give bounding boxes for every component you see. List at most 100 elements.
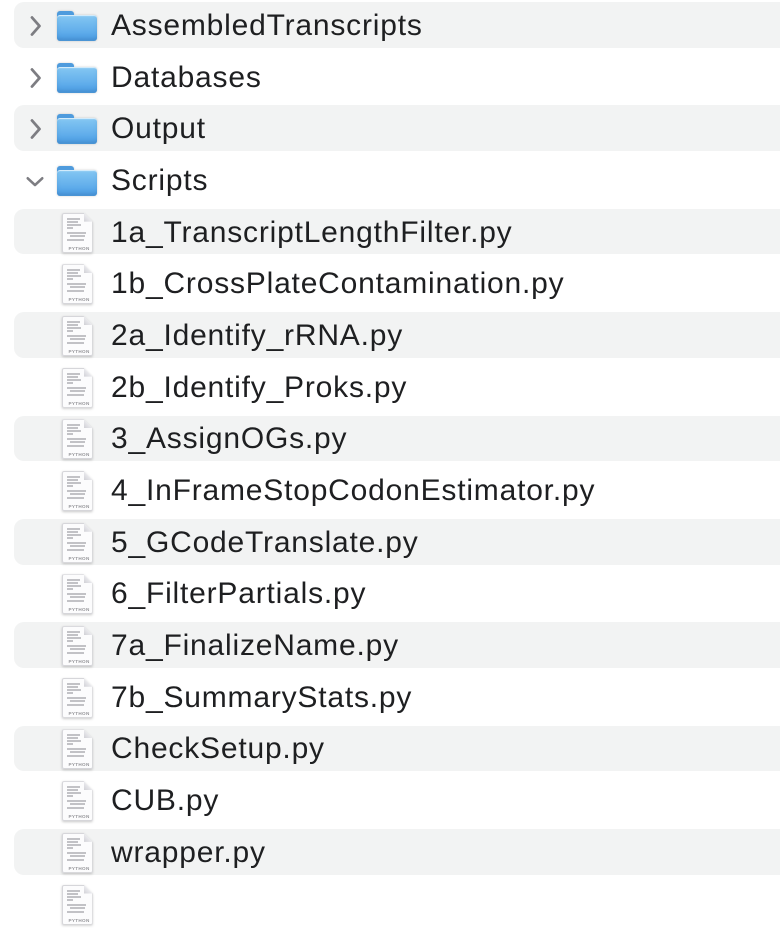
file-folded-corner bbox=[84, 626, 93, 635]
file-folded-corner bbox=[84, 885, 93, 894]
file-folded-corner bbox=[84, 213, 93, 222]
chevron-spacer bbox=[25, 427, 45, 451]
file-folded-corner bbox=[84, 729, 93, 738]
row-label: Scripts bbox=[111, 164, 208, 198]
row-label: Databases bbox=[111, 61, 262, 95]
row-icon-slot: PYTHON bbox=[57, 775, 97, 827]
row-icon-slot: PYTHON bbox=[57, 724, 97, 776]
row-icon-slot: PYTHON bbox=[57, 879, 97, 930]
row-label: CheckSetup.py bbox=[111, 732, 325, 766]
row-icon-slot bbox=[57, 0, 97, 52]
row-label: 5_GCodeTranslate.py bbox=[111, 526, 419, 560]
tree-row-file[interactable]: PYTHON CUB.py bbox=[0, 775, 780, 827]
tree-row-file[interactable]: PYTHON 6_FilterPartials.py bbox=[0, 569, 780, 621]
file-list: AssembledTranscripts Databases bbox=[0, 0, 780, 892]
tree-row-file[interactable]: PYTHON 1b_CrossPlateContamination.py bbox=[0, 258, 780, 310]
row-label: Output bbox=[111, 112, 206, 146]
file-folded-corner bbox=[84, 264, 93, 273]
python-file-icon: PYTHON bbox=[62, 729, 93, 769]
tree-row-file[interactable]: PYTHON 1a_TranscriptLengthFilter.py bbox=[0, 207, 780, 259]
tree-row-folder[interactable]: AssembledTranscripts bbox=[0, 0, 780, 52]
row-icon-slot: PYTHON bbox=[57, 827, 97, 879]
chevron-spacer bbox=[25, 841, 45, 865]
file-icon-python-label: PYTHON bbox=[68, 298, 86, 303]
row-icon-slot bbox=[57, 52, 97, 104]
folder-body bbox=[57, 118, 97, 144]
row-label: 2a_Identify_rRNA.py bbox=[111, 319, 403, 353]
python-file-icon: PYTHON bbox=[62, 316, 93, 356]
tree-row-folder[interactable]: Databases bbox=[0, 52, 780, 104]
tree-row-file[interactable]: PYTHON 2b_Identify_Proks.py bbox=[0, 362, 780, 414]
chevron-spacer bbox=[25, 221, 45, 245]
chevron-right-icon bbox=[25, 14, 45, 38]
row-icon-slot: PYTHON bbox=[57, 569, 97, 621]
folder-body bbox=[57, 15, 97, 41]
tree-row-file[interactable]: PYTHON CheckSetup.py bbox=[0, 724, 780, 776]
python-file-icon: PYTHON bbox=[62, 626, 93, 666]
row-label: wrapper.py bbox=[111, 836, 266, 870]
row-icon-slot: PYTHON bbox=[57, 672, 97, 724]
python-file-icon: PYTHON bbox=[62, 419, 93, 459]
row-icon-slot: PYTHON bbox=[57, 362, 97, 414]
disclosure-chevron[interactable] bbox=[25, 169, 45, 193]
row-icon-slot: PYTHON bbox=[57, 310, 97, 362]
tree-row-file[interactable]: PYTHON wrapper.py bbox=[0, 827, 780, 879]
file-icon-python-label: PYTHON bbox=[68, 659, 86, 664]
file-folded-corner bbox=[84, 833, 93, 842]
tree-row-file[interactable]: PYTHON 2a_Identify_rRNA.py bbox=[0, 310, 780, 362]
row-label: 2b_Identify_Proks.py bbox=[111, 371, 407, 405]
file-icon-python-label: PYTHON bbox=[68, 866, 86, 871]
file-icon-python-label: PYTHON bbox=[68, 711, 86, 716]
row-label: 4_InFrameStopCodonEstimator.py bbox=[111, 474, 595, 508]
python-file-icon: PYTHON bbox=[62, 471, 93, 511]
chevron-right-icon bbox=[25, 66, 45, 90]
tree-row-file[interactable]: PYTHON 3_AssignOGs.py bbox=[0, 414, 780, 466]
folder-icon bbox=[57, 114, 97, 144]
file-folded-corner bbox=[84, 574, 93, 583]
disclosure-chevron[interactable] bbox=[25, 14, 45, 38]
row-label: 6_FilterPartials.py bbox=[111, 577, 366, 611]
python-file-icon: PYTHON bbox=[62, 213, 93, 253]
disclosure-chevron[interactable] bbox=[25, 66, 45, 90]
chevron-spacer bbox=[25, 686, 45, 710]
chevron-spacer bbox=[25, 737, 45, 761]
row-icon-slot: PYTHON bbox=[57, 258, 97, 310]
tree-row-file[interactable]: PYTHON 7a_FinalizeName.py bbox=[0, 620, 780, 672]
file-icon-python-label: PYTHON bbox=[68, 918, 86, 923]
tree-row-file[interactable]: PYTHON bbox=[0, 879, 780, 930]
python-file-icon: PYTHON bbox=[62, 574, 93, 614]
row-label: 1a_TranscriptLengthFilter.py bbox=[111, 216, 513, 250]
python-file-icon: PYTHON bbox=[62, 885, 93, 925]
row-label: 3_AssignOGs.py bbox=[111, 422, 347, 456]
file-folded-corner bbox=[84, 419, 93, 428]
row-label: CUB.py bbox=[111, 784, 219, 818]
chevron-spacer bbox=[25, 479, 45, 503]
python-file-icon: PYTHON bbox=[62, 781, 93, 821]
python-file-icon: PYTHON bbox=[62, 523, 93, 563]
chevron-spacer bbox=[25, 893, 45, 917]
chevron-spacer bbox=[25, 272, 45, 296]
file-icon-python-label: PYTHON bbox=[68, 401, 86, 406]
row-icon-slot: PYTHON bbox=[57, 465, 97, 517]
file-icon-python-label: PYTHON bbox=[68, 815, 86, 820]
file-folded-corner bbox=[84, 368, 93, 377]
row-label: 7a_FinalizeName.py bbox=[111, 629, 399, 663]
file-icon-python-label: PYTHON bbox=[68, 556, 86, 561]
row-label: 1b_CrossPlateContamination.py bbox=[111, 267, 564, 301]
folder-icon bbox=[57, 11, 97, 41]
disclosure-chevron[interactable] bbox=[25, 117, 45, 141]
file-icon-python-label: PYTHON bbox=[68, 246, 86, 251]
python-file-icon: PYTHON bbox=[62, 368, 93, 408]
folder-icon bbox=[57, 166, 97, 196]
tree-row-file[interactable]: PYTHON 4_InFrameStopCodonEstimator.py bbox=[0, 465, 780, 517]
file-icon-python-label: PYTHON bbox=[68, 608, 86, 613]
tree-row-file[interactable]: PYTHON 7b_SummaryStats.py bbox=[0, 672, 780, 724]
row-icon-slot: PYTHON bbox=[57, 620, 97, 672]
file-folded-corner bbox=[84, 523, 93, 532]
chevron-down-icon bbox=[25, 169, 45, 193]
file-icon-python-label: PYTHON bbox=[68, 763, 86, 768]
tree-row-folder[interactable]: Output bbox=[0, 103, 780, 155]
tree-row-folder[interactable]: Scripts bbox=[0, 155, 780, 207]
tree-row-file[interactable]: PYTHON 5_GCodeTranslate.py bbox=[0, 517, 780, 569]
row-icon-slot: PYTHON bbox=[57, 517, 97, 569]
